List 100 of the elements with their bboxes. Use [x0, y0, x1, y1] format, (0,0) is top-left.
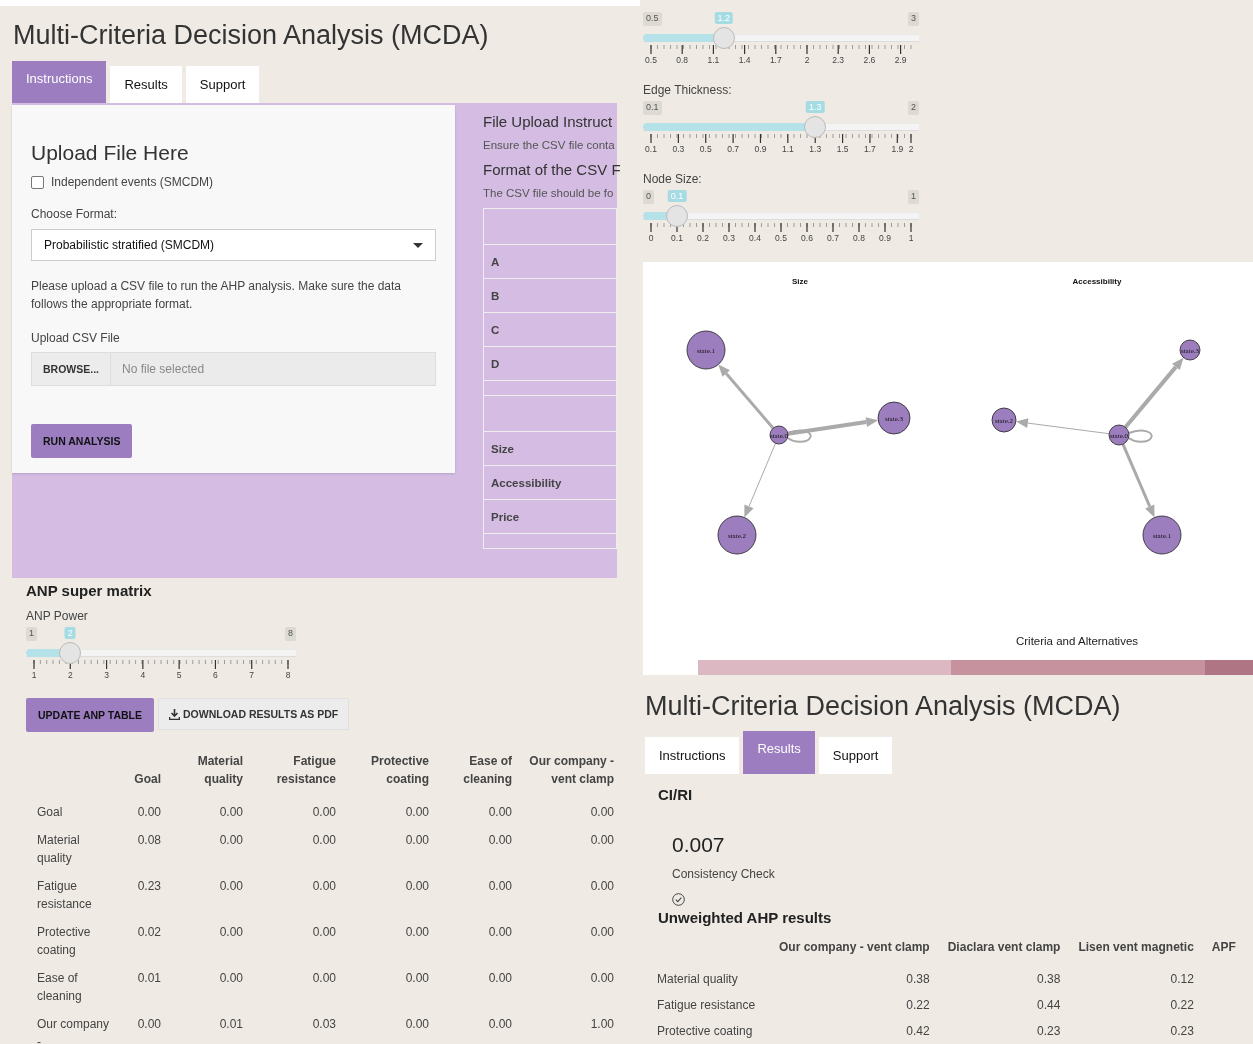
tick-label: 1	[908, 233, 914, 243]
table-cell: 0.42	[906, 1024, 930, 1038]
row-label: Protective coating	[37, 925, 91, 957]
row-label: Size	[491, 442, 514, 455]
section-heading: ANP super matrix	[26, 582, 153, 599]
table-cell: 0.00	[488, 1017, 512, 1031]
caret-icon	[413, 242, 423, 248]
table-cell: 0.00	[405, 879, 429, 893]
slider-value-label: 1.3	[806, 101, 825, 113]
slider-max-label: 8	[285, 627, 296, 641]
slider-label: Edge Thickness:	[643, 83, 733, 97]
edge-arrow	[718, 364, 775, 430]
table-cell: 0.00	[219, 925, 243, 939]
checkbox[interactable]	[31, 175, 44, 189]
row-label: Material quality	[657, 972, 738, 986]
column-header: Our company - vent clamp	[529, 754, 614, 786]
metric-value: 0.007	[672, 833, 726, 857]
table-cell: 0.00	[488, 879, 512, 893]
checkbox-label: Independent events (SMCDM)	[51, 175, 214, 189]
table-cell: 0.00	[405, 1017, 429, 1031]
instruction-text: Ensure the CSV file conta	[483, 139, 616, 151]
download-button[interactable]: DOWNLOAD RESULTS AS PDF	[158, 698, 350, 730]
tick-label: 0.7	[727, 144, 739, 154]
tick-label: 7	[249, 670, 255, 680]
slider-handle[interactable]	[712, 27, 735, 49]
slider-max-label: 2	[908, 101, 919, 115]
table-cell: 0.00	[405, 971, 429, 985]
table-cell: 0.44	[1037, 998, 1061, 1012]
table-cell: 0.23	[137, 879, 161, 893]
tick-label: 2	[67, 670, 73, 680]
table-cell: 0.00	[219, 833, 243, 847]
slider-value-label: 1.2	[714, 12, 734, 24]
slider-handle[interactable]	[804, 116, 827, 138]
row-label: Accessibility	[491, 476, 562, 489]
field-label: Choose Format:	[31, 207, 119, 221]
table-cell: 0.00	[590, 925, 614, 939]
table-cell: 0.03	[312, 1017, 336, 1031]
tick-label: 1.3	[809, 144, 822, 154]
row-label: Fatigue resistance	[657, 998, 756, 1012]
tick-label: 0.6	[801, 233, 813, 243]
table-cell: 0.00	[405, 833, 429, 847]
tab[interactable]: Results	[110, 66, 182, 103]
table-cell: 0.00	[219, 805, 243, 819]
table-cell: 0.23	[1170, 1024, 1194, 1038]
tick-label: 6	[213, 670, 218, 680]
tick-label: 0.9	[879, 233, 891, 243]
table-cell: 0.00	[137, 1017, 161, 1031]
instruction-text: Please upload a CSV file to run the AHP analysis. Make sure the data follows the appropriate format.	[31, 278, 402, 313]
instruction-text: The CSV file should be fo	[483, 187, 615, 199]
download-icon	[169, 708, 181, 720]
table-cell: 0.00	[405, 805, 429, 819]
browse-button[interactable]: BROWSE...	[31, 352, 111, 386]
slider-max-label: 3	[908, 12, 919, 26]
tab[interactable]: Support	[818, 737, 893, 774]
row-label: C	[491, 323, 500, 336]
table-cell: 0.38	[1037, 972, 1061, 986]
table-cell: 0.01	[219, 1017, 243, 1031]
tick-label: 0.5	[775, 233, 787, 243]
column-header: Protective coating	[370, 754, 429, 786]
tick-label: 5	[176, 670, 182, 680]
row-label: Goal	[37, 805, 63, 819]
tick-label: 2	[908, 144, 914, 154]
table-cell: 0.00	[590, 805, 614, 819]
format-dropdown[interactable]: Probabilistic stratified (SMCDM)	[31, 229, 436, 261]
tick-label: 2	[804, 55, 810, 65]
run-analysis-button[interactable]: RUN ANALYSIS	[31, 424, 133, 458]
tick-label: 0.7	[827, 233, 839, 243]
file-name-field[interactable]: No file selected	[111, 352, 436, 386]
slider-max-label: 1	[908, 190, 919, 204]
tick-label: 2.3	[832, 55, 845, 65]
table-cell: 0.00	[219, 971, 243, 985]
section-heading: Unweighted AHP results	[658, 909, 833, 926]
table-cell: 0.00	[590, 833, 614, 847]
tick-label: 0.2	[697, 233, 709, 243]
column-header: Diaclara vent clamp	[947, 940, 1061, 954]
tick-label: 0.5	[699, 144, 712, 154]
row-label: B	[491, 289, 500, 302]
slider-min-label: 0	[643, 190, 654, 204]
row-label: A	[491, 255, 500, 268]
table-cell: 0.00	[488, 925, 512, 939]
tab[interactable]: Instructions	[645, 737, 740, 774]
section-heading: CI/RI	[658, 786, 694, 803]
tick-label: 1.5	[836, 144, 849, 154]
table-cell: 0.00	[590, 971, 614, 985]
slider-min-label: 1	[26, 627, 37, 641]
tick-label: 1	[31, 670, 37, 680]
graph-title: Accessibility	[1072, 277, 1122, 286]
table-cell: 0.12	[1170, 972, 1194, 986]
tab[interactable]: Support	[185, 66, 260, 103]
tick-label: 3	[104, 670, 109, 680]
row-label: Ease of cleaning	[37, 971, 82, 1003]
slider-handle[interactable]	[59, 642, 82, 664]
slider-value-label: 0.1	[667, 190, 687, 202]
tick-label: 1.7	[864, 144, 876, 154]
slider-label: Node Size:	[643, 172, 703, 186]
slider-min-label: 0.5	[643, 12, 662, 26]
tick-label: 8	[285, 670, 291, 680]
update-table-button[interactable]: UPDATE ANP TABLE	[26, 698, 155, 732]
tick-label: 0.1	[645, 144, 657, 154]
slider-handle[interactable]	[666, 205, 688, 227]
